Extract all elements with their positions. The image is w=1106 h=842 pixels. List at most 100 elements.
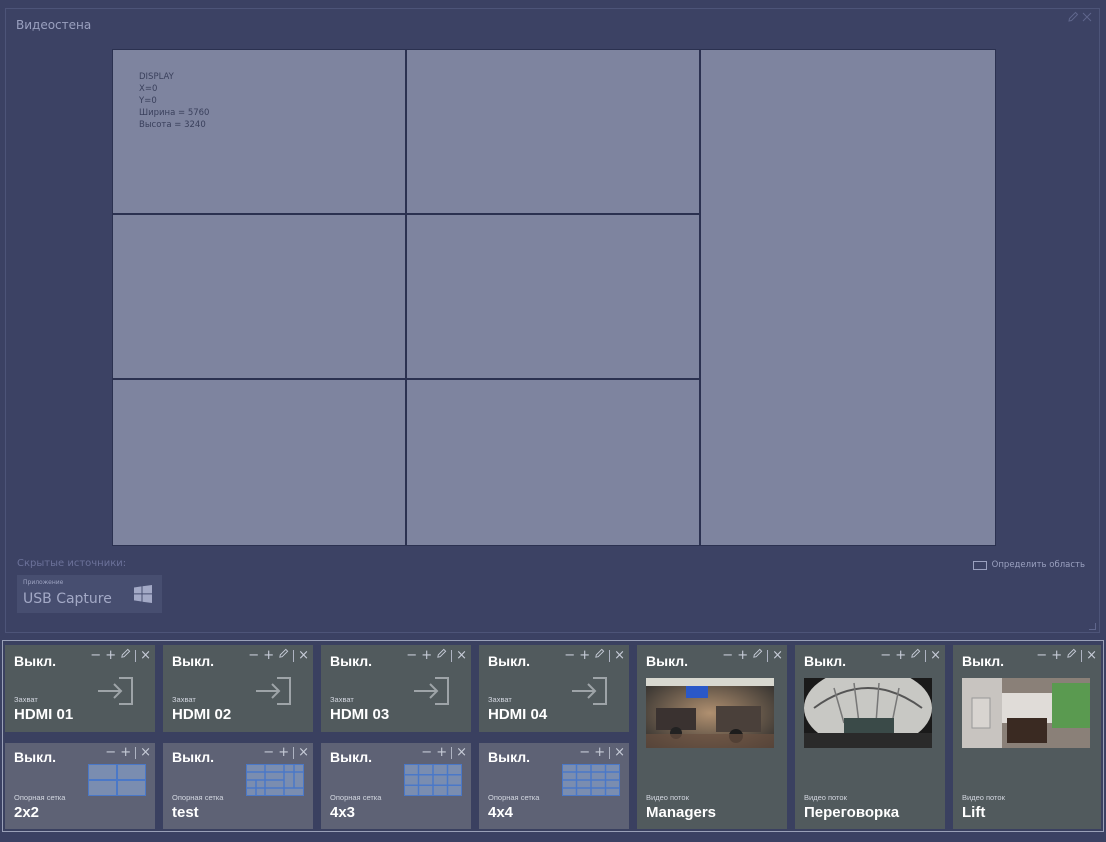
- close-icon[interactable]: ×: [1086, 648, 1097, 663]
- edit-icon[interactable]: [1067, 11, 1079, 26]
- close-icon[interactable]: ×: [930, 648, 941, 663]
- close-icon[interactable]: ×: [614, 746, 625, 760]
- minus-icon[interactable]: −: [579, 746, 590, 760]
- tile-type-label: Захват: [330, 695, 354, 704]
- camera-preview: [962, 678, 1090, 748]
- state-label: Выкл.: [488, 653, 531, 669]
- source-tile-hdmi-01[interactable]: Выкл. − + × Захват HDMI 01: [5, 645, 155, 732]
- tile-type-label: Опорная сетка: [330, 793, 382, 802]
- edit-icon[interactable]: [910, 648, 921, 663]
- plus-icon[interactable]: +: [895, 648, 906, 663]
- camera-preview: [804, 678, 932, 748]
- minus-icon[interactable]: −: [880, 648, 891, 663]
- close-icon[interactable]: ×: [614, 648, 625, 663]
- tile-type-label: Захват: [172, 695, 196, 704]
- plus-icon[interactable]: +: [120, 746, 131, 760]
- tile-type-label: Видео поток: [646, 793, 689, 802]
- edit-icon[interactable]: [436, 648, 447, 663]
- tile-name: Переговорка: [804, 804, 900, 821]
- source-tile-hdmi-02[interactable]: Выкл. − + × Захват HDMI 02: [163, 645, 313, 732]
- input-arrow-icon: [414, 677, 449, 705]
- tile-controls: − + ×: [880, 648, 941, 663]
- plus-icon[interactable]: +: [421, 648, 432, 663]
- grid-tile-test[interactable]: Выкл. − + × Опорная сетка test: [163, 743, 313, 829]
- minus-icon[interactable]: −: [90, 648, 101, 663]
- minus-icon[interactable]: −: [248, 648, 259, 663]
- stream-tile-lift[interactable]: Выкл. − + × Видео поток Lift: [953, 645, 1101, 829]
- hidden-source-usb-capture[interactable]: Приложение USB Capture: [17, 575, 162, 613]
- wall-cell[interactable]: [407, 215, 699, 378]
- source-type-label: Приложение: [23, 579, 64, 586]
- close-icon[interactable]: ×: [772, 648, 783, 663]
- plus-icon[interactable]: +: [278, 746, 289, 760]
- edit-icon[interactable]: [120, 648, 131, 663]
- close-icon[interactable]: ×: [140, 648, 151, 663]
- edit-icon[interactable]: [752, 648, 763, 663]
- plus-icon[interactable]: +: [436, 746, 447, 760]
- minus-icon[interactable]: −: [421, 746, 432, 760]
- tile-type-label: Захват: [14, 695, 38, 704]
- grid-tile-4x4[interactable]: Выкл. − + × Опорная сетка 4x4: [479, 743, 629, 829]
- tile-type-label: Видео поток: [804, 793, 847, 802]
- tile-controls: − + ×: [105, 746, 151, 760]
- panel-controls: [1067, 11, 1093, 26]
- wall-cell[interactable]: [407, 50, 699, 213]
- source-tile-hdmi-04[interactable]: Выкл. − + × Захват HDMI 04: [479, 645, 629, 732]
- wall-cell[interactable]: DISPLAY X=0 Y=0 Ширина = 5760 Высота = 3…: [113, 50, 405, 213]
- videowall-canvas[interactable]: DISPLAY X=0 Y=0 Ширина = 5760 Высота = 3…: [112, 49, 996, 546]
- wall-cell-large[interactable]: [701, 50, 995, 545]
- grid-tile-4x3[interactable]: Выкл. − + × Опорная сетка 4x3: [321, 743, 471, 829]
- close-icon[interactable]: ×: [298, 648, 309, 663]
- tile-name: HDMI 04: [488, 706, 548, 723]
- close-icon[interactable]: ×: [298, 746, 309, 760]
- tile-type-label: Опорная сетка: [172, 793, 224, 802]
- input-arrow-icon: [572, 677, 607, 705]
- plus-icon[interactable]: +: [579, 648, 590, 663]
- minus-icon[interactable]: −: [263, 746, 274, 760]
- grid-layout-icon: [246, 764, 304, 796]
- tile-type-label: Опорная сетка: [488, 793, 540, 802]
- state-label: Выкл.: [14, 749, 57, 765]
- stream-tile-peregovorka[interactable]: Выкл. − + × Видео поток Переговорка: [795, 645, 945, 829]
- state-label: Выкл.: [646, 653, 689, 669]
- minus-icon[interactable]: −: [105, 746, 116, 760]
- plus-icon[interactable]: +: [263, 648, 274, 663]
- minus-icon[interactable]: −: [722, 648, 733, 663]
- area-rect-icon: [972, 560, 987, 570]
- source-tile-hdmi-03[interactable]: Выкл. − + × Захват HDMI 03: [321, 645, 471, 732]
- edit-icon[interactable]: [594, 648, 605, 663]
- minus-icon[interactable]: −: [406, 648, 417, 663]
- plus-icon[interactable]: +: [105, 648, 116, 663]
- grid-tile-2x2[interactable]: Выкл. − + × Опорная сетка 2x2: [5, 743, 155, 829]
- close-icon[interactable]: ×: [140, 746, 151, 760]
- tile-type-label: Видео поток: [962, 793, 1005, 802]
- windows-icon: [134, 585, 152, 607]
- panel-title: Видеостена: [16, 18, 92, 32]
- close-icon[interactable]: [1081, 11, 1093, 26]
- tile-name: HDMI 01: [14, 706, 74, 723]
- tile-name: 4x4: [488, 804, 514, 821]
- define-area-label: Определить область: [991, 560, 1085, 570]
- wall-cell[interactable]: [407, 380, 699, 545]
- edit-icon[interactable]: [278, 648, 289, 663]
- minus-icon[interactable]: −: [1036, 648, 1047, 663]
- grid-layout-icon: [562, 764, 620, 796]
- define-area-button[interactable]: Определить область: [972, 560, 1085, 570]
- close-icon[interactable]: ×: [456, 746, 467, 760]
- wall-cell[interactable]: [113, 215, 405, 378]
- plus-icon[interactable]: +: [737, 648, 748, 663]
- tile-controls: − + ×: [248, 648, 309, 663]
- source-name: USB Capture: [23, 591, 112, 607]
- minus-icon[interactable]: −: [564, 648, 575, 663]
- plus-icon[interactable]: +: [594, 746, 605, 760]
- state-label: Выкл.: [14, 653, 57, 669]
- wall-cell[interactable]: [113, 380, 405, 545]
- close-icon[interactable]: ×: [456, 648, 467, 663]
- plus-icon[interactable]: +: [1051, 648, 1062, 663]
- resize-grip-icon[interactable]: [1089, 623, 1096, 630]
- state-label: Выкл.: [330, 653, 373, 669]
- stream-tile-managers[interactable]: Выкл. − + × Видео поток Managers: [637, 645, 787, 829]
- tile-name: HDMI 02: [172, 706, 232, 723]
- tile-controls: − + ×: [564, 648, 625, 663]
- edit-icon[interactable]: [1066, 648, 1077, 663]
